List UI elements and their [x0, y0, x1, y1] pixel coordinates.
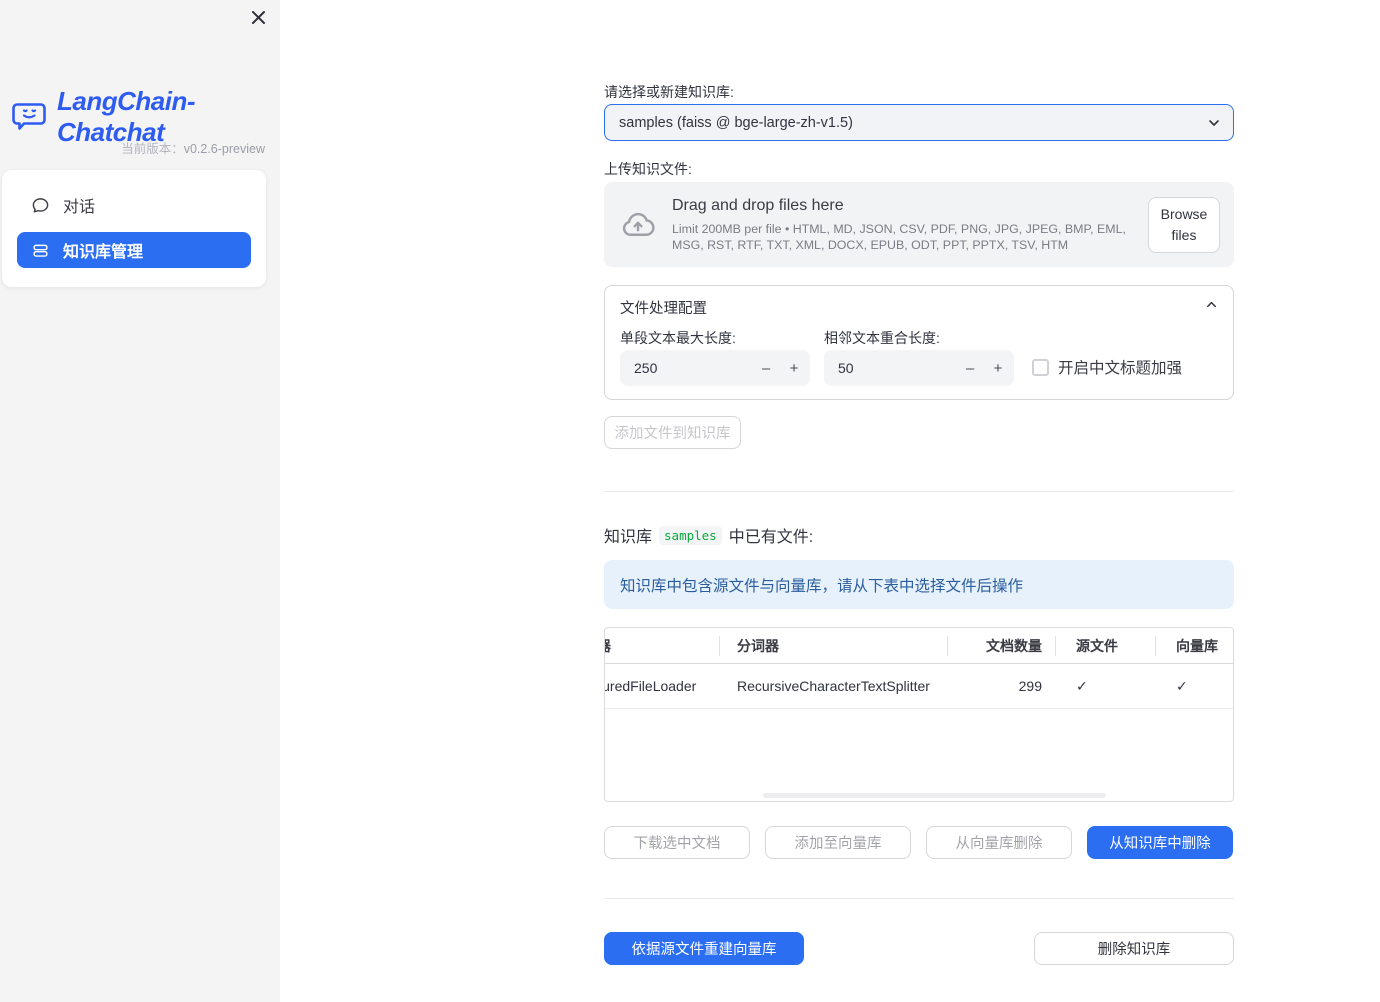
zh-title-enhance-row: 开启中文标题加强 — [1032, 356, 1182, 378]
kb-select-value: samples (faiss @ bge-large-zh-v1.5) — [619, 114, 853, 131]
table-header-vector-store[interactable]: 向量库 — [1155, 628, 1233, 663]
sidebar-item-label: 知识库管理 — [63, 244, 144, 261]
sidebar-item-knowledge-base[interactable]: 知识库管理 — [17, 232, 251, 268]
browse-files-button[interactable]: Browse files — [1148, 197, 1220, 253]
table-header-doc-count[interactable]: 文档数量 — [947, 628, 1055, 663]
table-header-source-file[interactable]: 源文件 — [1055, 628, 1155, 663]
sidebar-item-dialogue[interactable]: 对话 — [17, 187, 251, 223]
kb-select[interactable]: samples (faiss @ bge-large-zh-v1.5) — [604, 104, 1234, 141]
sidebar-item-label: 对话 — [63, 199, 96, 216]
cell-doc-count: 299 — [1018, 678, 1042, 694]
dropzone-hint: Limit 200MB per file • HTML, MD, JSON, C… — [672, 221, 1126, 252]
kb-files-prefix: 知识库 — [604, 529, 653, 546]
kb-files-suffix: 中已有文件: — [728, 529, 814, 546]
delete-from-kb-button[interactable]: 从知识库中删除 — [1087, 826, 1233, 859]
upload-label: 上传知识文件: — [604, 161, 692, 177]
expander-title[interactable]: 文件处理配置 — [620, 297, 707, 318]
kb-select-label: 请选择或新建知识库: — [604, 84, 734, 100]
dropzone-text: Drag and drop files here Limit 200MB per… — [672, 197, 1150, 253]
rebuild-vector-store-button[interactable]: 依据源文件重建向量库 — [604, 932, 804, 965]
close-icon — [251, 10, 266, 25]
chunk-size-label: 单段文本最大长度: — [620, 330, 736, 346]
plus-stepper-button[interactable]: + — [780, 350, 808, 386]
chevron-down-icon — [1206, 115, 1222, 131]
table-row[interactable]: UnstructuredFileLoader RecursiveCharacte… — [605, 664, 1233, 709]
minus-stepper-button[interactable]: – — [752, 350, 780, 386]
cloud-upload-icon — [620, 207, 656, 243]
version-info: 当前版本：v0.2.6-preview — [121, 138, 265, 157]
overlap-size-value: 50 — [838, 360, 854, 376]
file-config-expander: 文件处理配置 单段文本最大长度: 相邻文本重合长度: 250 – + 50 – … — [604, 285, 1234, 400]
table-header-splitter[interactable]: 分词器 — [719, 628, 947, 663]
cell-loader: UnstructuredFileLoader — [605, 678, 697, 694]
add-to-vector-store-button[interactable]: 添加至向量库 — [765, 826, 911, 859]
chat-bubble-icon — [31, 196, 50, 215]
chat-smiley-logo-icon — [12, 101, 48, 133]
minus-stepper-button[interactable]: – — [956, 350, 984, 386]
cell-source-check: ✓ — [1076, 677, 1088, 694]
zh-title-enhance-checkbox[interactable] — [1032, 358, 1049, 376]
plus-stepper-button[interactable]: + — [984, 350, 1012, 386]
add-files-to-kb-button[interactable]: 添加文件到知识库 — [604, 416, 741, 449]
divider — [604, 898, 1234, 899]
version-label: 当前版本： — [121, 142, 184, 156]
table-header-loader[interactable]: 文档加载器 — [605, 628, 719, 663]
info-alert: 知识库中包含源文件与向量库，请从下表中选择文件后操作 — [604, 560, 1234, 609]
chunk-size-value: 250 — [634, 360, 658, 376]
sidebar-menu: 对话 知识库管理 — [2, 170, 266, 287]
kb-name-code: samples — [659, 525, 722, 545]
zh-title-enhance-label: 开启中文标题加强 — [1058, 360, 1183, 377]
main-content: 请选择或新建知识库: samples (faiss @ bge-large-zh… — [604, 0, 1234, 1002]
version-value: v0.2.6-preview — [183, 142, 265, 156]
overlap-size-label: 相邻文本重合长度: — [824, 330, 940, 346]
files-table: 文档加载器 分词器 文档数量 源文件 向量库 UnstructuredFileL… — [604, 627, 1234, 802]
kb-files-heading: 知识库 samples 中已有文件: — [604, 523, 813, 547]
table-header-row: 文档加载器 分词器 文档数量 源文件 向量库 — [605, 628, 1233, 664]
delete-from-vector-store-button[interactable]: 从向量库删除 — [926, 826, 1072, 859]
chevron-up-icon[interactable] — [1204, 297, 1219, 312]
overlap-size-input[interactable]: 50 – + — [824, 350, 1014, 386]
download-selected-button[interactable]: 下载选中文档 — [604, 826, 750, 859]
cell-splitter: RecursiveCharacterTextSplitter — [737, 678, 930, 694]
app-root: LangChain-Chatchat 当前版本：v0.2.6-preview 对… — [0, 0, 1380, 1002]
chunk-size-input[interactable]: 250 – + — [620, 350, 810, 386]
cell-vector-check: ✓ — [1176, 677, 1188, 694]
sidebar: LangChain-Chatchat 当前版本：v0.2.6-preview 对… — [0, 0, 280, 1002]
dropzone-title: Drag and drop files here — [672, 196, 844, 214]
delete-knowledge-base-button[interactable]: 删除知识库 — [1034, 932, 1234, 965]
knowledge-base-icon — [31, 241, 50, 260]
divider — [604, 491, 1234, 492]
table-horizontal-scrollbar[interactable] — [763, 793, 1106, 798]
info-alert-text: 知识库中包含源文件与向量库，请从下表中选择文件后操作 — [620, 577, 1024, 595]
close-sidebar-button[interactable] — [248, 7, 268, 27]
file-dropzone[interactable]: Drag and drop files here Limit 200MB per… — [604, 182, 1234, 267]
